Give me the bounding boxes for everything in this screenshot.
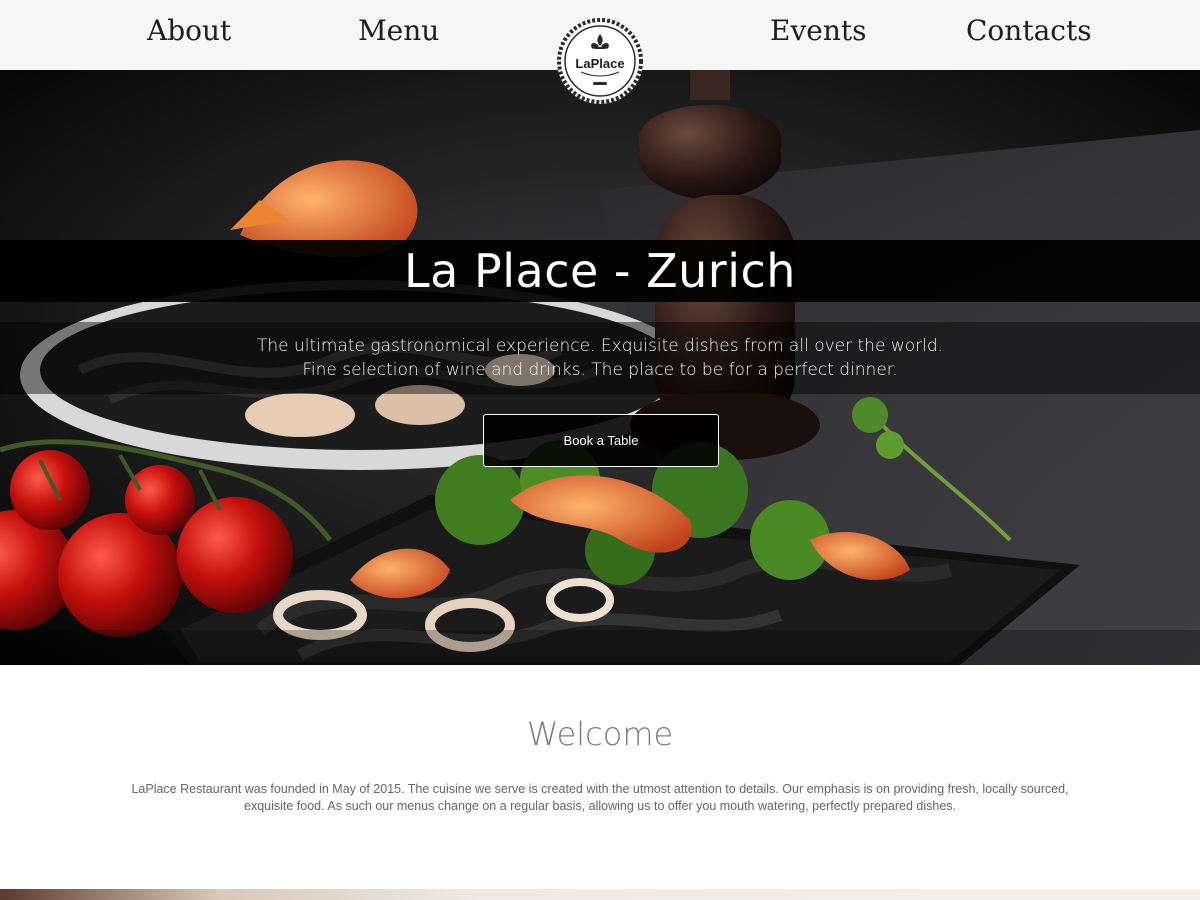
book-a-table-button[interactable]: Book a Table [483,414,719,467]
welcome-section: Welcome LaPlace Restaurant was founded i… [0,665,1200,890]
logo-wordmark: LaPlace [575,56,624,71]
laplace-logo[interactable]: LaPlace [557,18,643,104]
hero-subtitle-line-2: Fine selection of wine and drinks. The p… [302,360,898,380]
next-section-image-edge [0,889,1200,900]
welcome-text: LaPlace Restaurant was founded in May of… [131,782,1069,813]
hero-title: La Place - Zurich [404,244,796,298]
nav-menu-link[interactable]: Menu [358,14,439,47]
hero-section: La Place - Zurich The ultimate gastronom… [0,70,1200,665]
welcome-heading: Welcome [526,715,674,753]
hero-subtitle: The ultimate gastronomical experience. E… [0,334,1200,382]
nav-events-link[interactable]: Events [770,14,866,47]
hero-subtitle-line-1: The ultimate gastronomical experience. E… [256,336,944,356]
nav-contacts-link[interactable]: Contacts [966,14,1092,47]
logo-badge: LaPlace [557,18,643,104]
nav-about-link[interactable]: About [147,14,231,47]
